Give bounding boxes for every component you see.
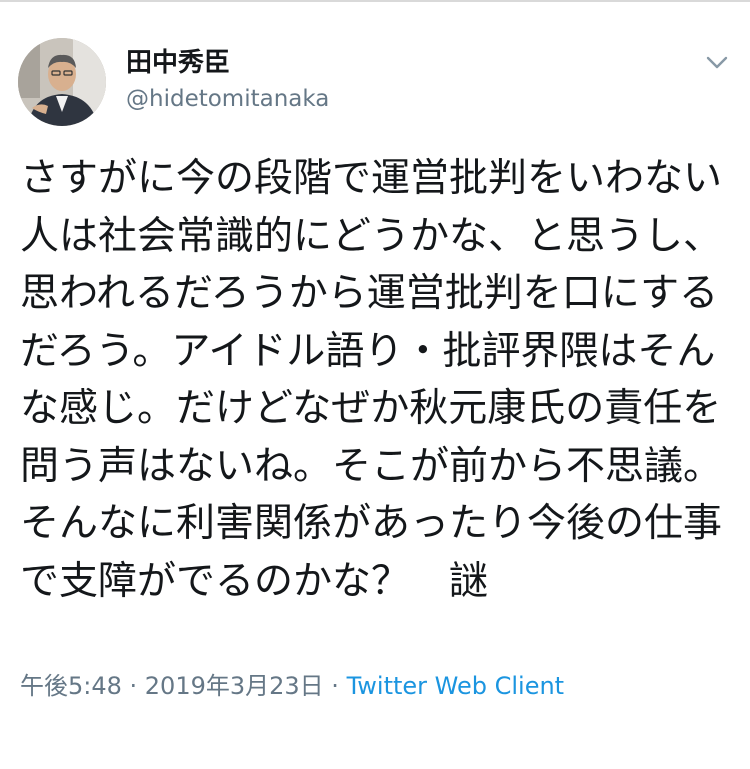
tweet-client-link[interactable]: Twitter Web Client <box>347 672 565 700</box>
author-display-name[interactable]: 田中秀臣 <box>126 46 230 80</box>
tweet-metadata: 午後5:48 · 2019年3月23日 · Twitter Web Client <box>20 670 564 702</box>
tweet-timestamp[interactable]: 午後5:48 · 2019年3月23日 · <box>20 672 339 700</box>
tweet-text: さすがに今の段階で運営批判をいわない人は社会常識的にどうかな、と思うし、思われる… <box>20 156 723 604</box>
next-section-peek <box>20 756 730 769</box>
chevron-down-icon <box>706 56 728 69</box>
avatar-image <box>18 38 106 126</box>
top-divider <box>0 0 750 2</box>
avatar[interactable] <box>18 38 106 126</box>
more-options-button[interactable] <box>702 50 732 74</box>
author-handle[interactable]: @hidetomitanaka <box>126 84 329 114</box>
